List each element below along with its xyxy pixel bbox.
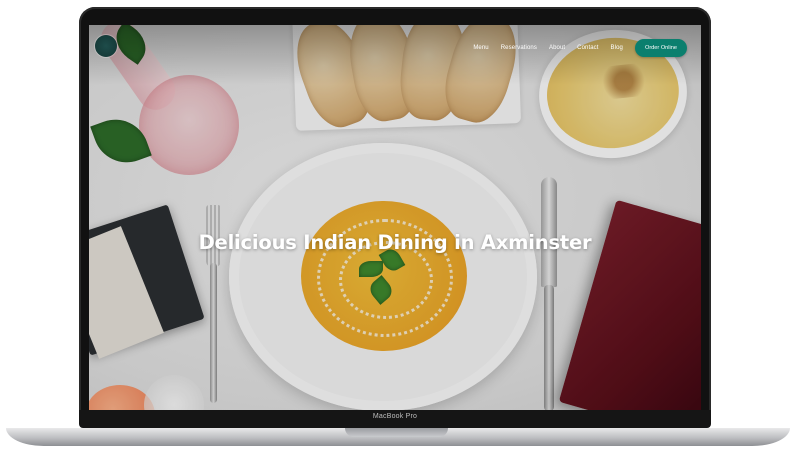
nav-reservations-link[interactable]: Reservations (501, 45, 537, 51)
macbook-mockup: Menu Reservations About Contact Blog Ord… (0, 0, 797, 465)
nav-blog-link[interactable]: Blog (611, 45, 623, 51)
website-screen: Menu Reservations About Contact Blog Ord… (89, 25, 701, 410)
nav-menu-link[interactable]: Menu (473, 45, 488, 51)
nav-contact-link[interactable]: Contact (577, 45, 598, 51)
restaurant-logo[interactable] (95, 35, 117, 57)
nav-about-link[interactable]: About (549, 45, 565, 51)
laptop-bottom-bezel: MacBook Pro (79, 410, 711, 428)
laptop-base-notch (345, 428, 448, 437)
order-online-button[interactable]: Order Online (634, 39, 687, 57)
main-nav: Menu Reservations About Contact Blog Ord… (473, 39, 687, 57)
device-label: MacBook Pro (372, 413, 418, 420)
hero-title: Delicious Indian Dining in Axminster (198, 231, 592, 254)
